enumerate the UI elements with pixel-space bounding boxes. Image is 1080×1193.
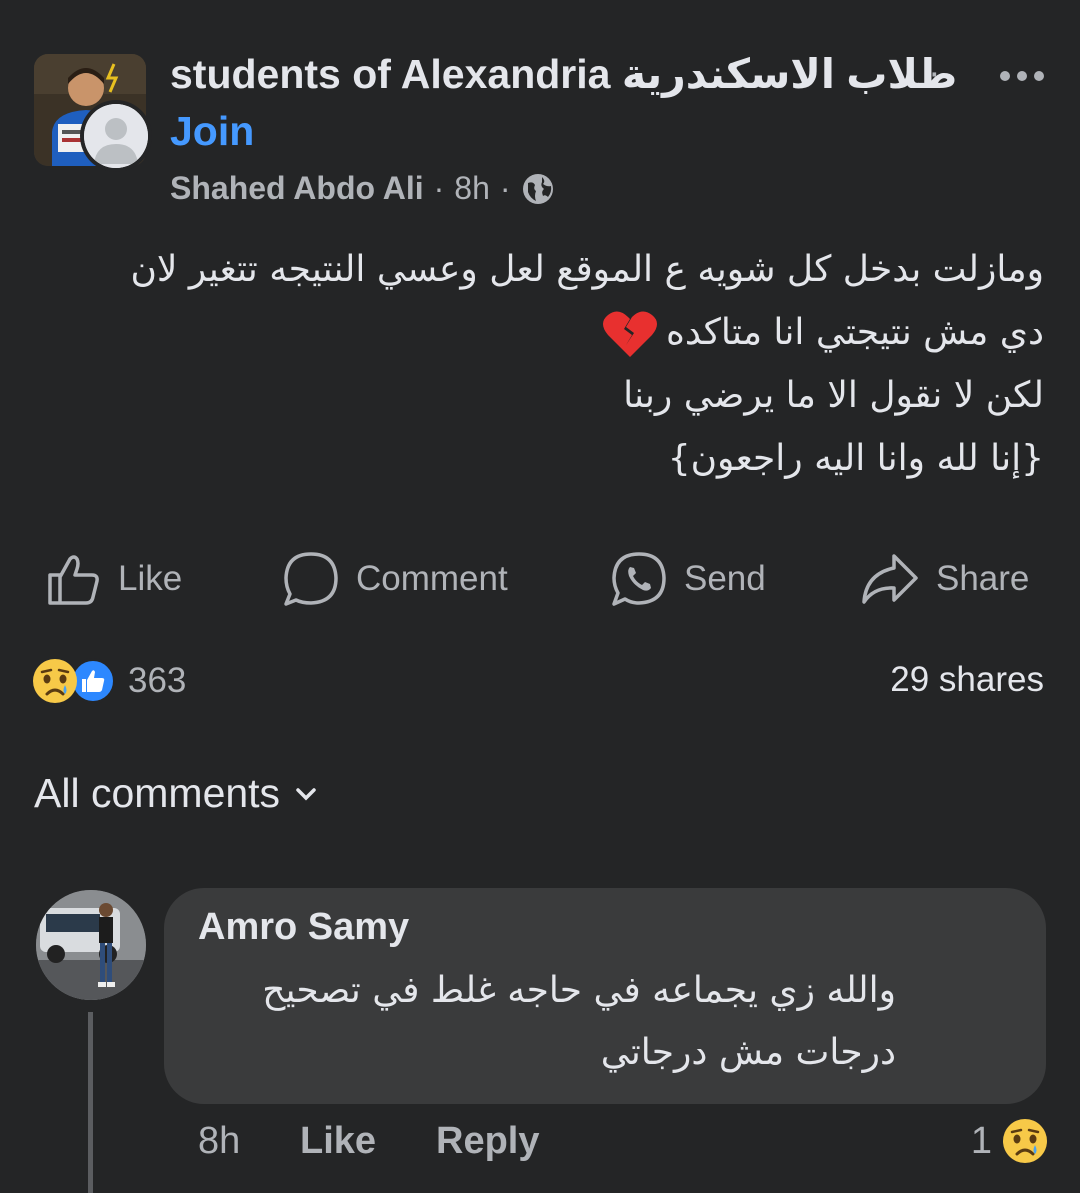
whatsapp-icon <box>612 552 666 606</box>
post-text: ومازلت بدخل كل شويه ع الموقع لعل وعسي ال… <box>44 238 1044 490</box>
post-line-with-emoji: دي مش نتيجتي انا متاكده <box>44 301 1044 364</box>
chevron-down-icon <box>296 787 316 800</box>
comment-line: درجات مش درجاتي <box>600 1032 896 1073</box>
author-name[interactable]: Shahed Abdo Ali <box>170 170 424 207</box>
globe-icon <box>522 173 553 204</box>
more-options-button[interactable] <box>990 58 1054 94</box>
like-button[interactable]: Like <box>46 548 182 610</box>
comment-button[interactable]: Comment <box>282 548 508 610</box>
more-dots-icon <box>1000 71 1010 81</box>
comment-like-button[interactable]: Like <box>300 1120 376 1163</box>
comment-bubble: Amro Samy والله زي يجماعه في حاجه غلط في… <box>164 888 1046 1104</box>
post-meta: Shahed Abdo Ali · 8h · <box>170 170 555 207</box>
share-label: Share <box>936 559 1030 598</box>
reaction-count: 363 <box>128 661 187 700</box>
comments-filter-dropdown[interactable]: All comments <box>34 770 318 817</box>
share-count[interactable]: 29 shares <box>890 660 1044 700</box>
title-separator: · <box>928 52 941 94</box>
author-avatar[interactable] <box>80 100 152 172</box>
comment-text: والله زي يجماعه في حاجه غلط في تصحيح درج… <box>196 960 896 1084</box>
commenter-name[interactable]: Amro Samy <box>198 906 409 949</box>
thread-line <box>88 1012 93 1193</box>
post-line: لكن لا نقول الا ما يرضي ربنا <box>623 375 1044 416</box>
share-arrow-icon <box>862 554 918 604</box>
comment-reply-button[interactable]: Reply <box>436 1120 539 1163</box>
post-line: {إنا لله وانا اليه راجعون} <box>667 438 1044 479</box>
send-label: Send <box>684 559 766 598</box>
comment-reactions[interactable]: 1 <box>971 1118 1048 1164</box>
post-line: ومازلت بدخل كل شويه ع الموقع لعل وعسي ال… <box>130 249 1044 290</box>
share-button[interactable]: Share <box>860 548 1029 610</box>
post-time[interactable]: 8h <box>454 170 490 207</box>
sad-reaction-icon <box>33 659 77 703</box>
thumbs-up-icon <box>48 555 99 605</box>
comment-line: والله زي يجماعه في حاجه غلط في تصحيح <box>262 970 896 1011</box>
post-page: students of Alexandria طلاب الاسكندرية ·… <box>0 0 1080 1193</box>
default-user-icon <box>84 104 148 168</box>
sad-reaction-icon <box>1003 1119 1047 1163</box>
comment-reaction-count: 1 <box>970 1119 992 1162</box>
join-button[interactable]: Join <box>170 108 254 155</box>
comment-time: 8h <box>198 1120 241 1162</box>
comment-label: Comment <box>356 559 508 598</box>
send-button[interactable]: Send <box>610 548 766 610</box>
comment-bubble-icon <box>284 552 338 606</box>
group-name[interactable]: students of Alexandria طلاب الاسكندرية <box>170 50 957 98</box>
comments-filter-label: All comments <box>34 770 281 816</box>
like-label: Like <box>118 559 183 598</box>
commenter-avatar[interactable] <box>36 890 146 1000</box>
broken-heart-icon <box>602 311 657 357</box>
reaction-summary[interactable]: 363 <box>32 656 186 706</box>
